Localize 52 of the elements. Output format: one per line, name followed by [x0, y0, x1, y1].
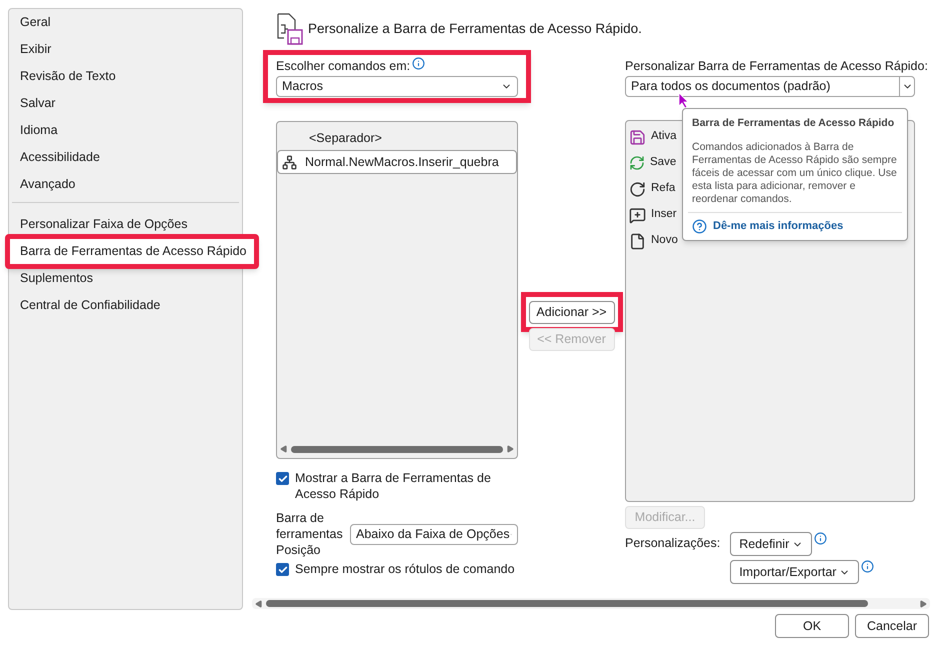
dialog-button[interactable]: Cancelar — [855, 614, 929, 638]
list-item[interactable]: Normal.NewMacros.Inserir_quebra — [277, 150, 517, 174]
info-icon — [814, 532, 828, 545]
list-item[interactable]: <Separador> — [277, 126, 517, 150]
list-item[interactable]: Inser — [651, 206, 677, 224]
checkbox[interactable] — [276, 472, 289, 485]
page-title: Personalize a Barra de Ferramentas de Acesso Rápido. — [308, 20, 642, 38]
sidebar-item[interactable]: Salvar — [9, 90, 242, 117]
import-export-button[interactable]: Importar/Exportar — [730, 560, 860, 584]
sidebar-item[interactable]: Acessibilidade — [9, 144, 242, 171]
sidebar-item[interactable]: Central de Confiabilidade — [9, 292, 242, 319]
sidebar-item[interactable]: Geral — [9, 9, 242, 36]
sidebar-item[interactable]: Idioma — [9, 117, 242, 144]
tooltip-title: Barra de Ferramentas de Acesso Rápido — [692, 116, 896, 131]
sidebar-item[interactable]: Revisão de Texto — [9, 63, 242, 90]
dialog-button[interactable]: OK — [775, 614, 849, 638]
reset-button[interactable]: Redefinir — [730, 532, 812, 556]
list-item[interactable]: Refa — [651, 180, 676, 198]
toolbar-file-icon — [276, 13, 304, 45]
list-item[interactable]: Ativa — [651, 128, 677, 146]
checkbox[interactable] — [276, 563, 289, 576]
field-label: Personalizações: — [625, 535, 720, 552]
help-icon — [692, 218, 707, 234]
save-icon — [629, 128, 646, 146]
info-icon — [412, 57, 426, 70]
info-icon — [861, 560, 874, 573]
list-item[interactable]: Novo — [651, 232, 678, 250]
right-arrow-icon[interactable] — [506, 445, 514, 453]
sync-icon — [629, 155, 645, 171]
field-label: Personalizar Barra de Ferramentas de Acesso Rápido: — [625, 58, 928, 75]
dropdown[interactable]: Para todos os documentos (padrão) — [625, 76, 915, 97]
sidebar-item[interactable]: Barra de Ferramentas de Acesso Rápido — [5, 234, 259, 269]
field-label: Barra de ferramentas Posição — [276, 510, 344, 558]
checkbox-label: Mostrar a Barra de Ferramentas de Acesso Rápido — [295, 470, 492, 502]
dropdown[interactable]: Macros — [276, 76, 518, 97]
action-button[interactable]: Adicionar >> — [528, 300, 614, 324]
dropdown[interactable]: Abaixo da Faixa de Opções — [350, 524, 518, 544]
comment-icon — [629, 206, 646, 224]
macro-icon — [282, 154, 297, 170]
right-arrow-icon[interactable] — [919, 600, 927, 608]
checkbox-label: Sempre mostrar os rótulos de comando — [295, 561, 515, 577]
sidebar-item[interactable]: Avançado — [9, 171, 242, 198]
list-item[interactable]: Save — [650, 154, 676, 172]
left-arrow-icon[interactable] — [280, 445, 288, 453]
help-link[interactable]: Dê-me mais informações — [713, 218, 844, 234]
left-arrow-icon[interactable] — [255, 600, 263, 608]
sidebar-item[interactable]: Exibir — [9, 36, 242, 63]
file-icon — [629, 232, 646, 250]
field-label: Escolher comandos em: — [276, 58, 410, 75]
redo-icon — [629, 180, 646, 198]
horizontal-scrollbar[interactable] — [252, 598, 930, 609]
tooltip-text: Comandos adicionados à Barra de Ferramentas de Acesso Rápido são sempre fáceis de acessar com um único clique. Use esta lista para adicionar, remover e reordenar comandos. — [692, 140, 898, 206]
